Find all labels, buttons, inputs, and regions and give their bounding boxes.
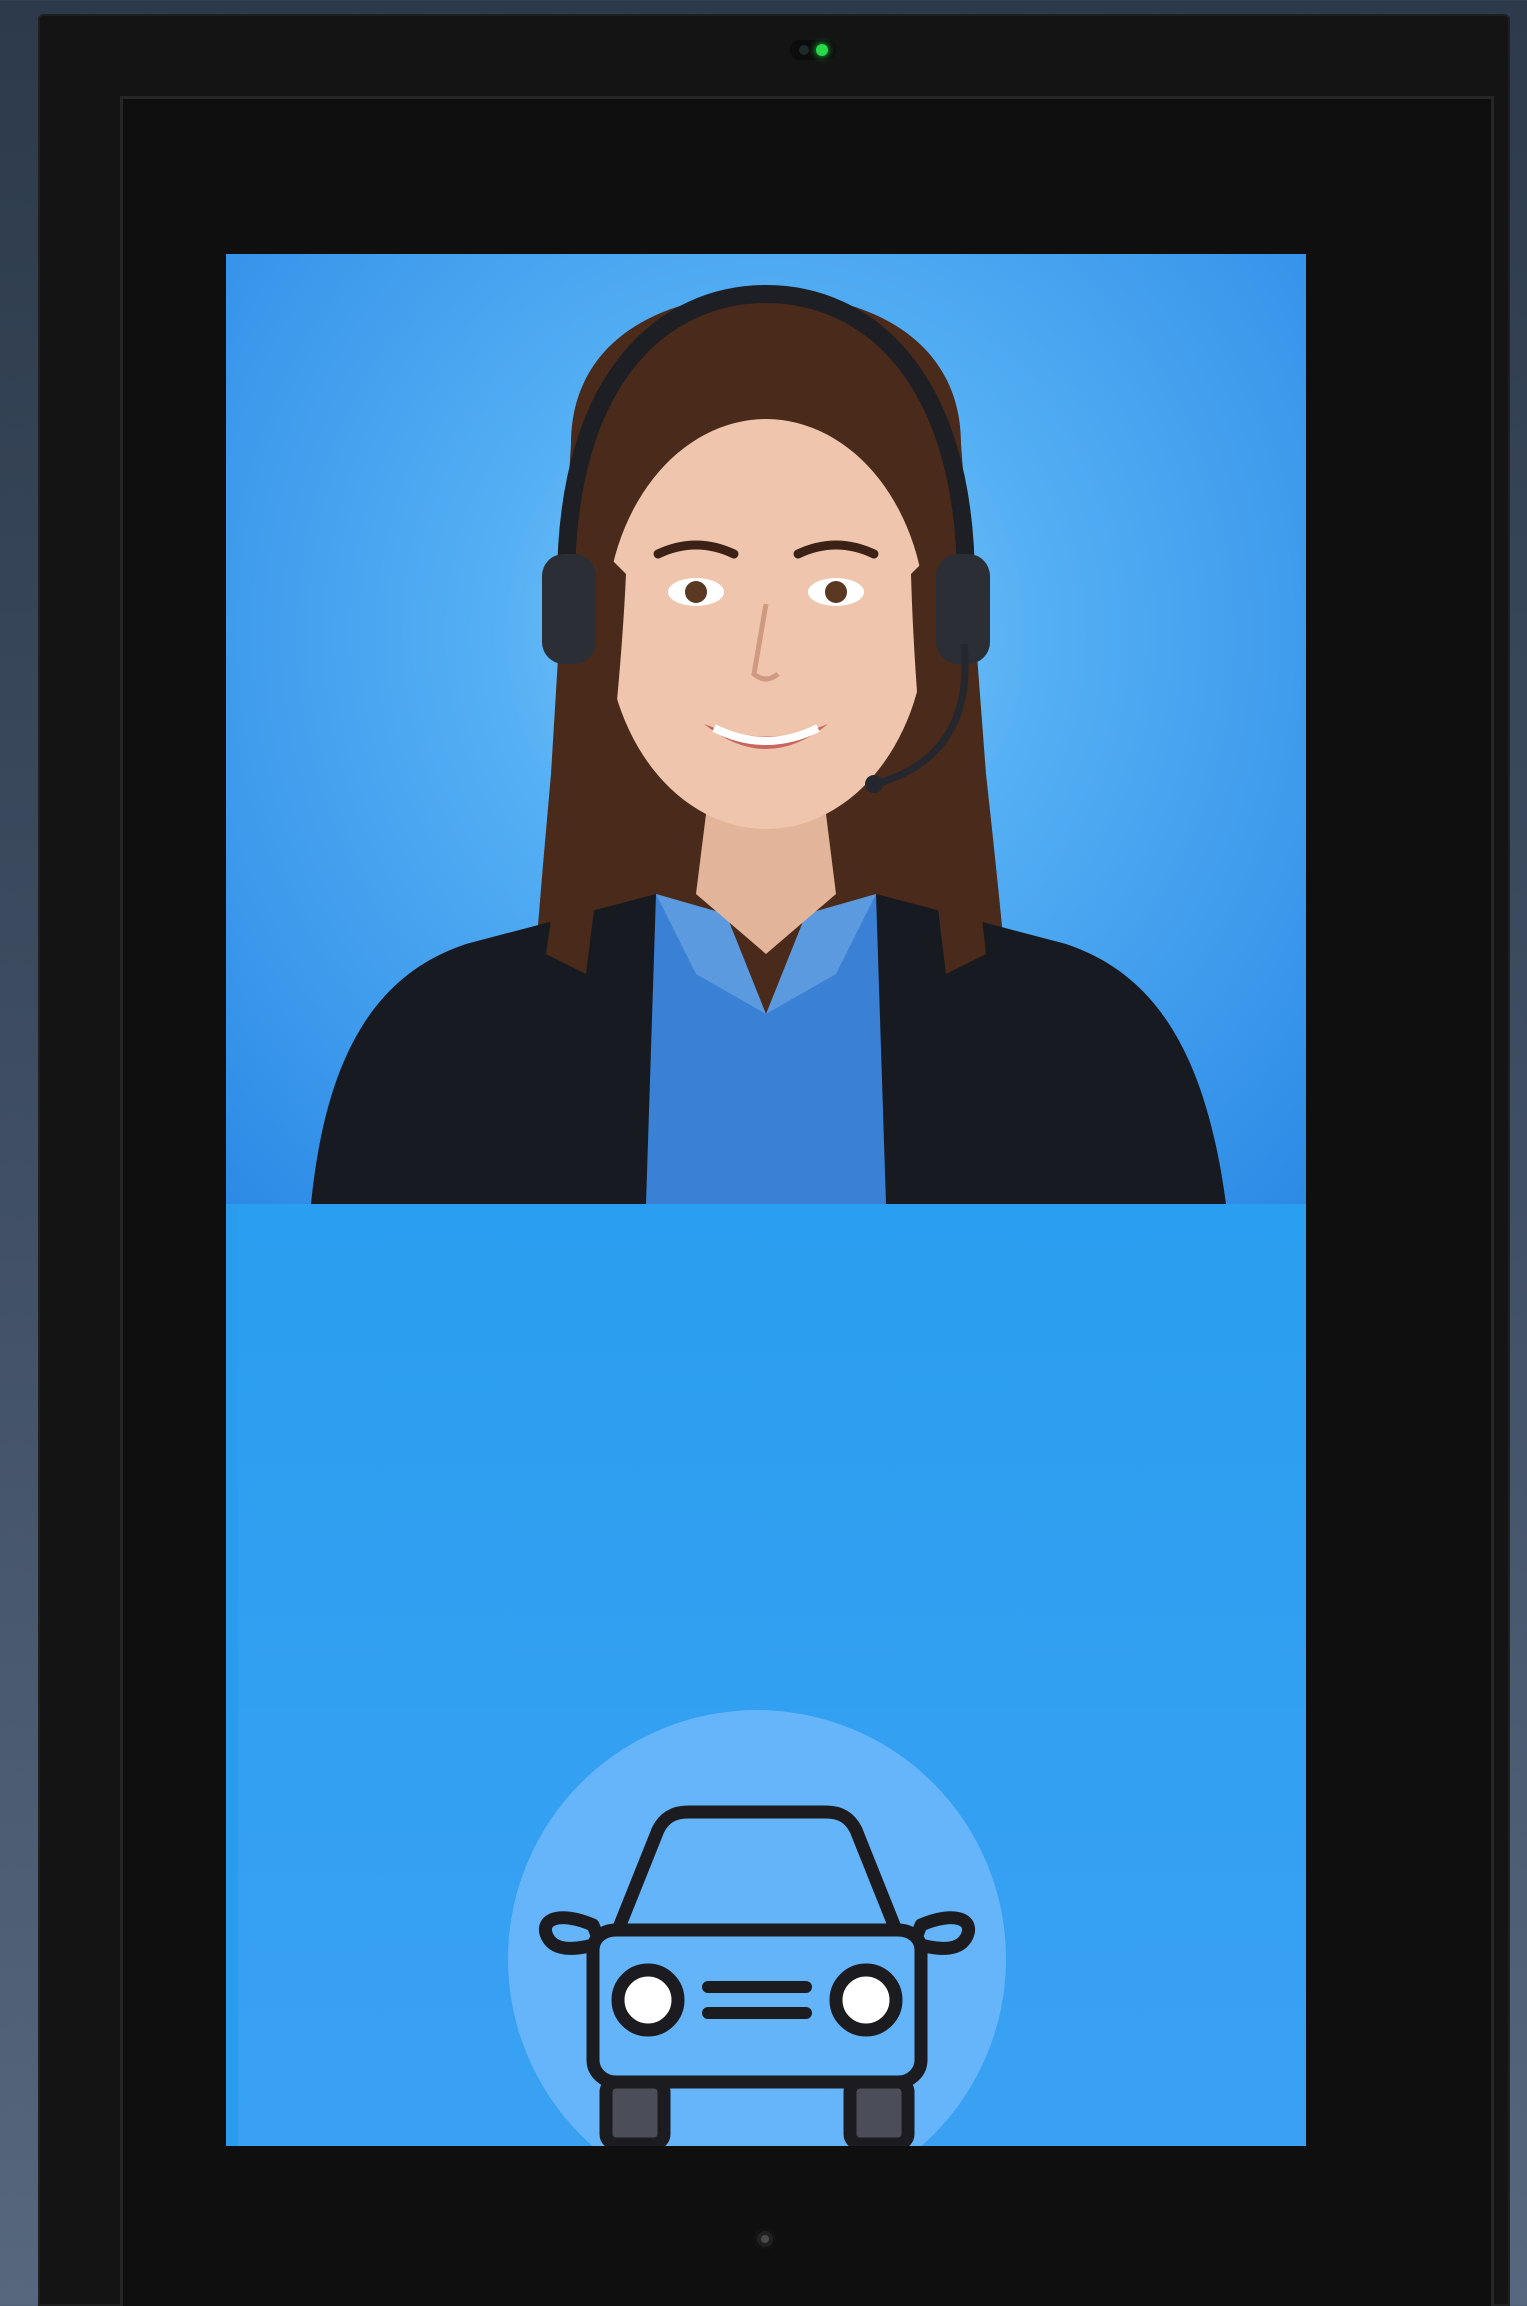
car-icon <box>539 1805 975 2146</box>
agent-avatar <box>311 284 1226 1204</box>
service-selection-panel <box>238 1204 1306 2146</box>
agent-video-panel <box>226 254 1306 1204</box>
status-led-on <box>816 44 828 56</box>
status-led-off <box>799 45 809 55</box>
car-service-button[interactable] <box>508 1710 1006 2146</box>
status-led-housing <box>790 40 836 60</box>
kiosk-screen <box>226 254 1306 2146</box>
camera-lens <box>754 2228 776 2250</box>
